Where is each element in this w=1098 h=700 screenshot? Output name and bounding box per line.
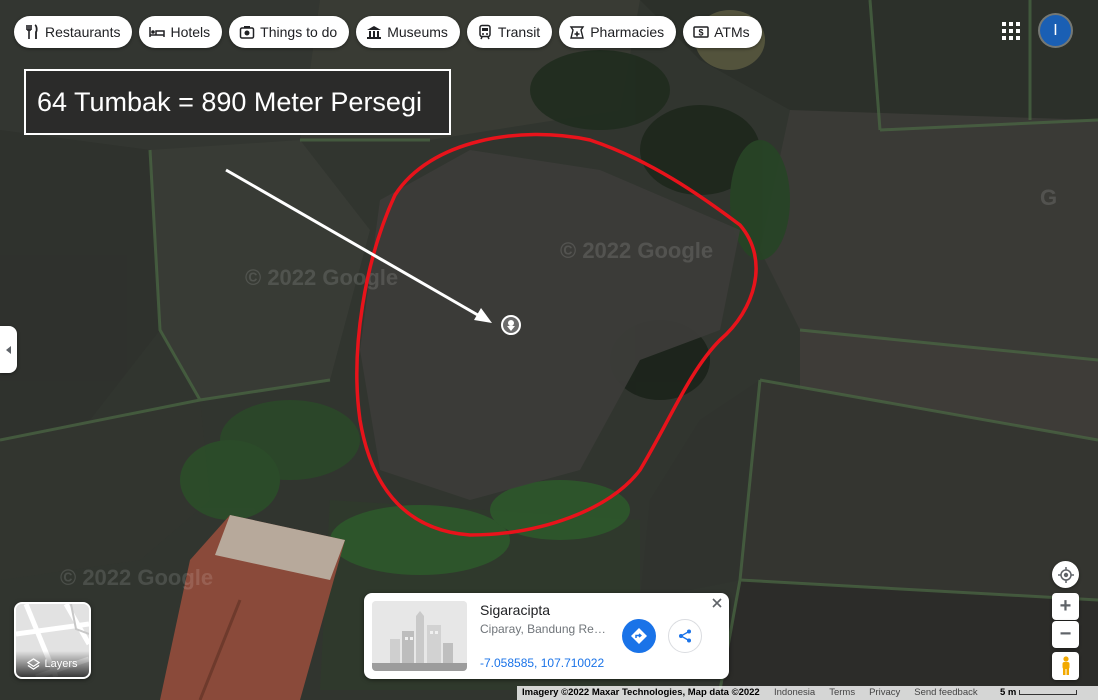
chip-things-to-do[interactable]: Things to do xyxy=(229,16,350,48)
footer-link-privacy[interactable]: Privacy xyxy=(869,687,900,698)
scale-label[interactable]: 5 m xyxy=(1000,687,1016,698)
avatar-initial: I xyxy=(1053,21,1058,39)
chip-label: Pharmacies xyxy=(590,24,665,40)
footer-link-terms[interactable]: Terms xyxy=(829,687,855,698)
account-avatar[interactable]: I xyxy=(1040,15,1071,46)
pegman-button[interactable] xyxy=(1052,652,1079,680)
directions-button[interactable] xyxy=(622,619,656,653)
chip-atms[interactable]: $ ATMs xyxy=(683,16,762,48)
layers-label: Layers xyxy=(44,658,78,670)
footer-link-region[interactable]: Indonesia xyxy=(774,687,815,698)
pegman-icon xyxy=(1062,656,1069,675)
museum-icon xyxy=(367,26,382,39)
chip-label: Museums xyxy=(387,24,448,40)
zoom-in-label: + xyxy=(1059,595,1072,617)
annotation-label: 64 Tumbak = 890 Meter Persegi xyxy=(24,69,451,135)
layers-label-row: Layers xyxy=(16,651,89,677)
chip-restaurants[interactable]: Restaurants xyxy=(14,16,133,48)
share-button[interactable] xyxy=(668,619,702,653)
layers-button[interactable]: Layers xyxy=(14,602,91,679)
zoom-out-label: − xyxy=(1059,623,1072,645)
location-pin-icon xyxy=(501,315,521,335)
chip-transit[interactable]: Transit xyxy=(466,16,553,48)
chevron-left-icon xyxy=(5,345,11,354)
zoom-out-button[interactable]: − xyxy=(1052,621,1079,648)
camera-icon xyxy=(239,26,255,39)
train-icon xyxy=(479,24,491,40)
pharmacy-icon xyxy=(569,26,585,39)
chip-label: Restaurants xyxy=(45,24,121,40)
imagery-attribution: Imagery ©2022 Maxar Technologies, Map da… xyxy=(522,687,760,698)
place-card[interactable]: Sigaracipta Ciparay, Bandung Regency, We… xyxy=(364,593,729,679)
chip-label: Things to do xyxy=(260,24,338,40)
footer-links: Indonesia Terms Privacy Send feedback xyxy=(774,687,978,698)
hotel-icon xyxy=(149,27,166,37)
svg-text:© 2022 Google: © 2022 Google xyxy=(560,238,713,263)
chip-pharmacies[interactable]: Pharmacies xyxy=(559,16,677,48)
collapse-panel-button[interactable] xyxy=(0,326,17,373)
place-coordinates[interactable]: -7.058585, 107.710022 xyxy=(480,656,604,670)
close-icon[interactable] xyxy=(710,596,724,610)
annotation-text: 64 Tumbak = 890 Meter Persegi xyxy=(37,86,422,117)
chip-hotels[interactable]: Hotels xyxy=(139,16,223,48)
zoom-in-button[interactable]: + xyxy=(1052,593,1079,620)
scale-bar xyxy=(1019,690,1077,695)
svg-text:© 2022 Google: © 2022 Google xyxy=(245,265,398,290)
category-chips: Restaurants Hotels Things to do Museums … xyxy=(14,16,762,48)
svg-text:G: G xyxy=(1040,185,1057,210)
layers-icon xyxy=(27,657,41,670)
chip-label: ATMs xyxy=(714,24,750,40)
chip-label: Hotels xyxy=(170,24,211,40)
atm-icon: $ xyxy=(693,26,709,38)
svg-text:$: $ xyxy=(699,28,704,38)
footer-link-feedback[interactable]: Send feedback xyxy=(914,687,977,698)
restaurant-icon xyxy=(26,24,38,39)
my-location-button[interactable] xyxy=(1052,561,1079,588)
place-thumbnail xyxy=(372,601,467,671)
chip-label: Transit xyxy=(497,24,541,40)
place-name: Sigaracipta xyxy=(480,602,551,618)
crosshair-icon xyxy=(1057,566,1074,583)
directions-icon xyxy=(631,628,647,644)
place-address: Ciparay, Bandung Regency, West Java xyxy=(480,622,612,636)
chip-museums[interactable]: Museums xyxy=(356,16,460,48)
svg-text:© 2022 Google: © 2022 Google xyxy=(60,565,213,590)
share-icon xyxy=(679,629,691,643)
apps-grid-icon[interactable] xyxy=(1002,22,1020,40)
